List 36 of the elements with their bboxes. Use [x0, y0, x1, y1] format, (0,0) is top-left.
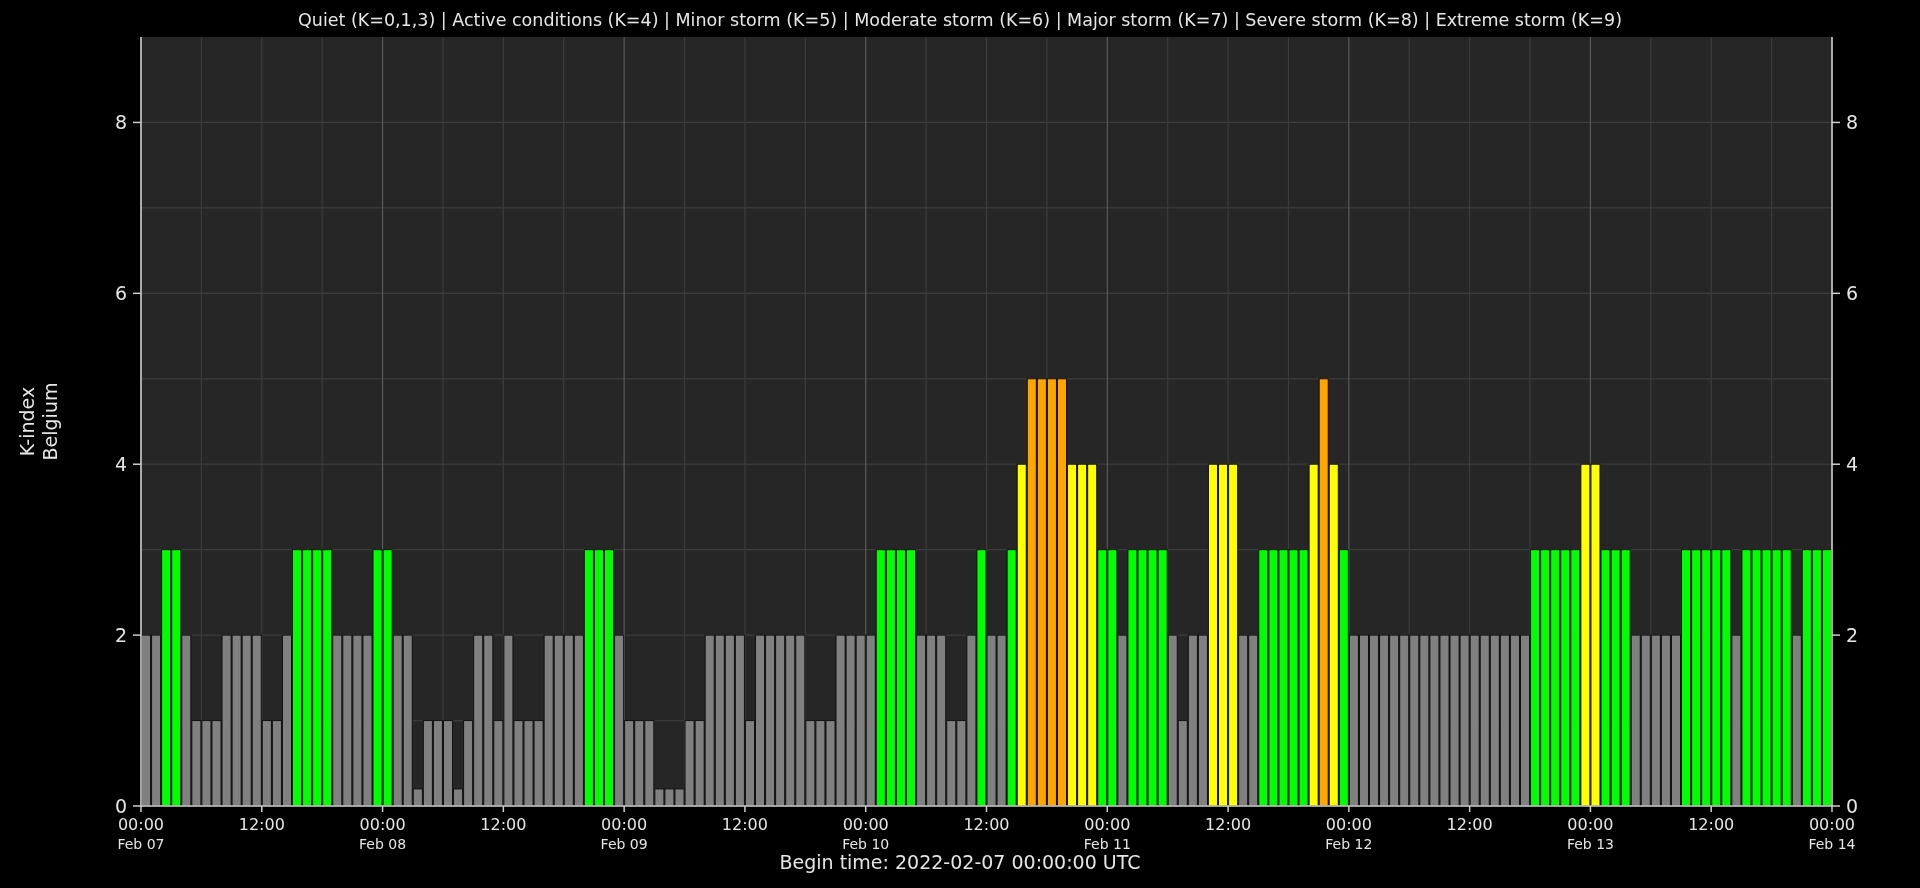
- axis-date-label: Feb 13: [1566, 836, 1614, 852]
- axis-tick-label: 12:00: [721, 815, 768, 834]
- axis-tick-label: 4: [1846, 453, 1859, 476]
- axis-tick-label: 8: [114, 111, 127, 134]
- axis-tick-label: 2: [114, 624, 127, 647]
- axis-tick-label: 12:00: [1205, 815, 1252, 834]
- axis-tick-label: 0: [1846, 795, 1859, 817]
- axis-tick-label: 00:00: [601, 815, 648, 834]
- axis-date-label: Feb 08: [359, 836, 407, 852]
- axis-title: K-index Belgium: [16, 382, 61, 461]
- axis-tick-label: 00:00: [117, 815, 165, 834]
- axis-tick-label: 00:00: [359, 815, 406, 834]
- axis-tick-label: 6: [1846, 282, 1859, 305]
- axis-tick-label: 0: [114, 795, 127, 817]
- chart-title: Quiet (K=0,1,3) | Active conditions (K=4) | Minor storm (K=5) | Moderate storm (K=6) | Major storm (K=7) | Severe storm (K=8) | Extreme storm (K=9): [298, 10, 1622, 30]
- axis-date-label: Feb 11: [1083, 836, 1131, 852]
- axis-tick-label: 00:00: [1325, 815, 1372, 834]
- axis-tick-label: 8: [1846, 111, 1859, 134]
- axis-tick-label: 12:00: [480, 815, 527, 834]
- axis-date-label: Feb 09: [600, 836, 648, 852]
- axis-tick-label: 12:00: [238, 815, 285, 834]
- axis-tick-label: 12:00: [1446, 815, 1493, 834]
- axis-tick-label: 00:00: [1567, 815, 1614, 834]
- axis-date-label: Feb 12: [1325, 836, 1373, 852]
- axis-tick-label: 2: [1846, 624, 1859, 647]
- axis-tick-label: 4: [114, 453, 127, 476]
- axis-date-label: Feb 10: [842, 836, 890, 852]
- axis-tick-label: 00:00: [1084, 815, 1131, 834]
- axis-tick-label: 00:00: [1808, 815, 1856, 834]
- axis-tick-label: 12:00: [963, 815, 1010, 834]
- axis-date-label: Feb 14: [1808, 836, 1856, 852]
- axis-title: Begin time: 2022-02-07 00:00:00 UTC: [779, 851, 1141, 873]
- axis-tick-label: 00:00: [842, 815, 889, 834]
- axis-tick-label: 6: [114, 282, 127, 305]
- axis-date-label: Feb 07: [117, 836, 165, 852]
- axis-tick-label: 12:00: [1688, 815, 1735, 834]
